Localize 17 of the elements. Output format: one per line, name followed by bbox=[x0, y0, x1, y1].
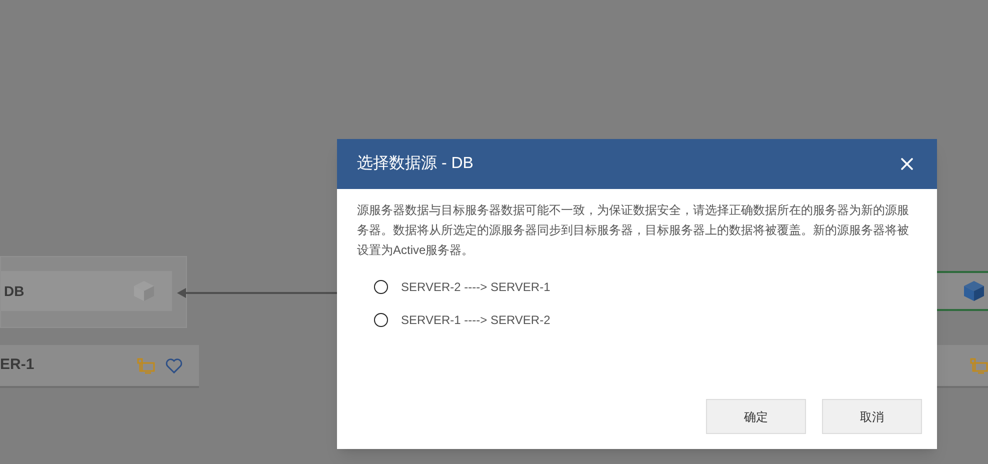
node-card[interactable] bbox=[937, 271, 988, 311]
dialog-message: 源服务器数据与目标服务器数据可能不一致，为保证数据安全，请选择正确数据所在的服务器为新的源服务器。数据将从所选定的源服务器同步到目标服务器，目标服务器上的数据将被覆盖。新的源服务器将被设置为Active服务器。 bbox=[356, 202, 910, 259]
radio-button[interactable] bbox=[374, 313, 388, 327]
monitor-icon bbox=[137, 358, 155, 374]
node-title: DB bbox=[4, 282, 24, 300]
cube-icon bbox=[132, 279, 156, 303]
radio-option[interactable]: SERVER-1 ----> SERVER-2 bbox=[374, 311, 550, 329]
radio-option[interactable]: SERVER-2 ----> SERVER-1 bbox=[374, 278, 550, 296]
server-name: ER-1 bbox=[0, 355, 34, 376]
dialog-button[interactable]: 确定 bbox=[706, 399, 806, 434]
heart-icon[interactable] bbox=[165, 358, 183, 374]
dialog-title: 选择数据源 - DB bbox=[357, 154, 474, 174]
radio-button[interactable] bbox=[374, 280, 388, 294]
cube-icon bbox=[962, 279, 986, 303]
dialog-button[interactable]: 取消 bbox=[822, 399, 922, 434]
node-card[interactable]: DB bbox=[1, 271, 172, 311]
monitor-icon bbox=[970, 358, 988, 374]
